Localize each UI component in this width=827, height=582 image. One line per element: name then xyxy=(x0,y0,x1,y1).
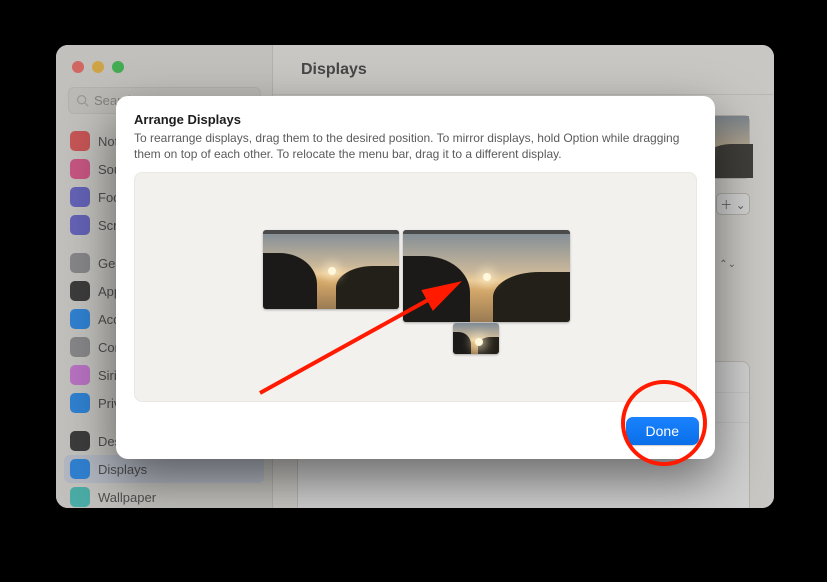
search-icon xyxy=(76,94,89,107)
use-as-dropdown[interactable]: ⌃⌄ xyxy=(716,255,736,270)
done-button[interactable]: Done xyxy=(626,417,699,445)
window-traffic-lights[interactable] xyxy=(72,61,124,73)
page-title: Displays xyxy=(273,45,774,95)
sidebar-item-label: Displays xyxy=(98,462,147,477)
sidebar-icon xyxy=(70,487,90,507)
add-display-button[interactable]: ＋ ⌄ xyxy=(716,193,750,215)
fullscreen-icon[interactable] xyxy=(112,61,124,73)
close-icon[interactable] xyxy=(72,61,84,73)
display-2[interactable] xyxy=(403,230,570,322)
sidebar-icon xyxy=(70,393,90,413)
sidebar-icon xyxy=(70,365,90,385)
sidebar-icon xyxy=(70,309,90,329)
sidebar-icon xyxy=(70,459,90,479)
display-3[interactable] xyxy=(453,323,499,354)
display-1[interactable] xyxy=(263,230,399,309)
dialog-title: Arrange Displays xyxy=(134,112,697,127)
arrange-displays-dialog: Arrange Displays To rearrange displays, … xyxy=(116,96,715,459)
sidebar-icon xyxy=(70,159,90,179)
sidebar-icon xyxy=(70,187,90,207)
sidebar-icon xyxy=(70,337,90,357)
minimize-icon[interactable] xyxy=(92,61,104,73)
sidebar-icon xyxy=(70,131,90,151)
sidebar-icon xyxy=(70,431,90,451)
sidebar-icon xyxy=(70,253,90,273)
sidebar-icon xyxy=(70,281,90,301)
sidebar-item-label: Wallpaper xyxy=(98,490,156,505)
sidebar-icon xyxy=(70,215,90,235)
arrangement-canvas[interactable] xyxy=(134,172,697,402)
dialog-description: To rearrange displays, drag them to the … xyxy=(134,130,697,162)
sidebar-item-displays[interactable]: Displays xyxy=(64,455,264,483)
sidebar-item-wallpaper[interactable]: Wallpaper xyxy=(64,483,264,508)
